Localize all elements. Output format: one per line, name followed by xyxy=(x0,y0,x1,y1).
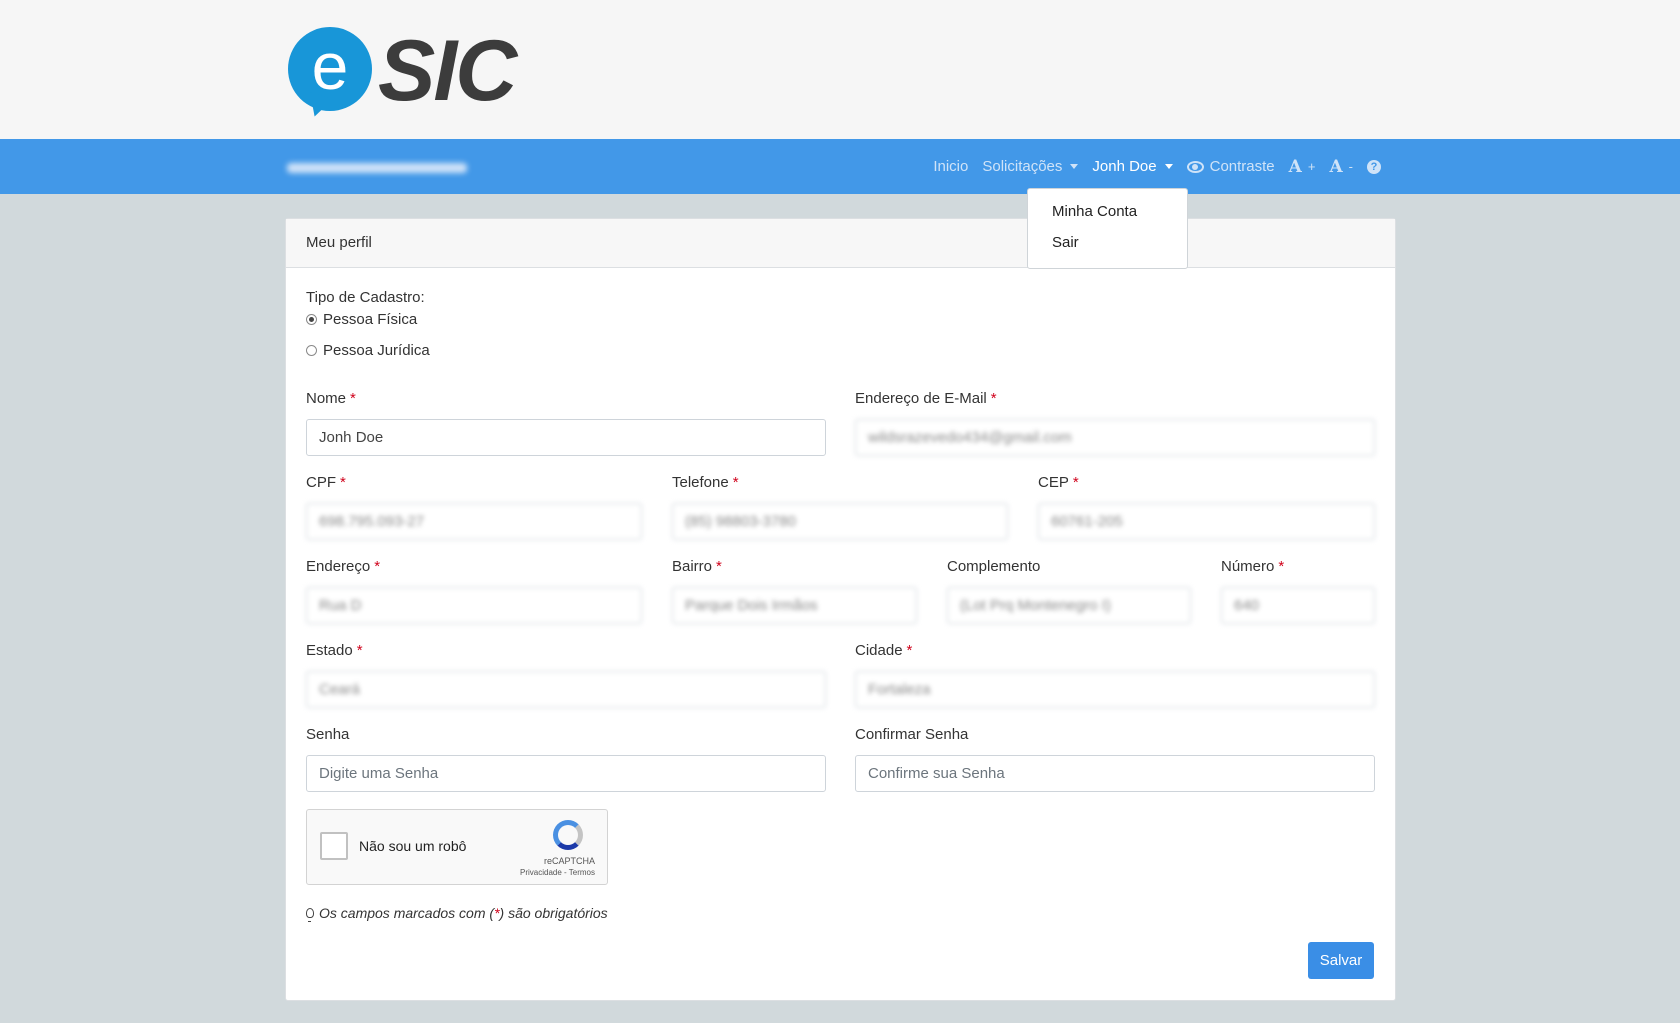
cpf-input[interactable] xyxy=(306,503,642,540)
nav-inicio[interactable]: Inicio xyxy=(926,158,975,175)
font-increase-letter: A xyxy=(1288,156,1302,177)
complemento-label-text: Complemento xyxy=(947,558,1041,575)
eye-icon xyxy=(1186,160,1204,173)
note-text: Os campos marcados com (*) são obrigatór… xyxy=(319,905,608,921)
main-navbar: Inicio Solicitações Jonh Doe Contraste A… xyxy=(0,139,1680,194)
senha-label: Senha xyxy=(306,726,350,743)
bairro-label-text: Bairro xyxy=(672,558,713,575)
menu-item-sair[interactable]: Sair xyxy=(1052,234,1079,251)
required-mark: * xyxy=(350,390,356,407)
cep-label-text: CEP xyxy=(1038,474,1069,491)
email-input[interactable] xyxy=(855,419,1375,456)
cep-label: CEP * xyxy=(1038,474,1079,491)
site-header: e SIC xyxy=(0,0,1680,139)
cidade-input[interactable] xyxy=(855,671,1375,708)
nav-items: Inicio Solicitações Jonh Doe Contraste A… xyxy=(926,139,1388,194)
nav-user-label: Jonh Doe xyxy=(1092,158,1157,175)
recaptcha-brand: reCAPTCHA xyxy=(543,856,595,866)
endereco-input[interactable] xyxy=(306,587,642,624)
cidade-label: Cidade * xyxy=(855,642,912,659)
required-mark: * xyxy=(374,558,381,575)
email-label: Endereço de E-Mail * xyxy=(855,390,997,407)
required-mark: * xyxy=(716,558,722,575)
cep-input[interactable] xyxy=(1038,503,1375,540)
tipo-cadastro-label: Tipo de Cadastro: xyxy=(306,289,425,306)
nav-contraste-label: Contraste xyxy=(1209,158,1275,175)
note-after: ) são obrigatórios xyxy=(499,905,608,921)
senha-input[interactable] xyxy=(306,755,826,792)
cidade-label-text: Cidade xyxy=(855,642,903,659)
font-increase-suffix: + xyxy=(1307,159,1316,174)
radio-checked-icon[interactable] xyxy=(306,314,317,325)
user-dropdown-menu: Minha Conta Sair xyxy=(1027,188,1188,269)
page-title: Meu perfil xyxy=(306,234,372,251)
cpf-label-text: CPF xyxy=(306,474,336,491)
cpf-label: CPF * xyxy=(306,474,346,491)
chevron-down-icon xyxy=(1070,164,1079,169)
radio-pessoa-fisica[interactable]: Pessoa Física xyxy=(306,311,417,328)
nav-inicio-label: Inicio xyxy=(933,158,969,175)
required-mark: * xyxy=(906,642,913,659)
lightbulb-icon xyxy=(306,908,314,922)
radio-pessoa-juridica-label: Pessoa Jurídica xyxy=(323,342,430,359)
endereco-label-text: Endereço xyxy=(306,558,371,575)
telefone-label: Telefone * xyxy=(672,474,739,491)
recaptcha-icon xyxy=(553,820,583,850)
numero-label-text: Número xyxy=(1221,558,1275,575)
telefone-label-text: Telefone xyxy=(672,474,729,491)
card-header: Meu perfil xyxy=(286,219,1395,268)
nav-solicitacoes[interactable]: Solicitações xyxy=(975,158,1085,175)
font-decrease-letter: A xyxy=(1329,156,1343,177)
recaptcha-links[interactable]: Privacidade - Termos xyxy=(307,868,595,877)
required-fields-note: Os campos marcados com (*) são obrigatór… xyxy=(306,905,608,922)
recaptcha-label: Não sou um robô xyxy=(359,838,467,854)
recaptcha-widget: Não sou um robô reCAPTCHA Privacidade - … xyxy=(306,809,608,885)
nome-input[interactable] xyxy=(306,419,826,456)
menu-item-minha-conta[interactable]: Minha Conta xyxy=(1052,203,1137,220)
estado-input[interactable] xyxy=(306,671,826,708)
endereco-label: Endereço * xyxy=(306,558,380,575)
email-label-text: Endereço de E-Mail xyxy=(855,390,987,407)
font-decrease-button[interactable]: A- xyxy=(1322,157,1360,177)
nav-contraste[interactable]: Contraste xyxy=(1180,158,1282,175)
esic-logo[interactable]: e SIC xyxy=(288,23,518,121)
help-icon: ? xyxy=(1367,159,1381,174)
required-mark: * xyxy=(732,474,739,491)
radio-pessoa-fisica-label: Pessoa Física xyxy=(323,311,418,328)
required-mark: * xyxy=(990,390,997,407)
radio-unchecked-icon[interactable] xyxy=(306,345,317,356)
nav-user-menu[interactable]: Jonh Doe xyxy=(1085,158,1179,175)
required-mark: * xyxy=(340,474,346,491)
required-mark: * xyxy=(1072,474,1079,491)
complemento-input[interactable] xyxy=(947,587,1191,624)
chevron-down-icon xyxy=(1164,164,1173,169)
required-mark: * xyxy=(356,642,363,659)
bairro-input[interactable] xyxy=(672,587,917,624)
estado-label-text: Estado xyxy=(306,642,353,659)
bairro-label: Bairro * xyxy=(672,558,722,575)
complemento-label: Complemento xyxy=(947,558,1040,575)
telefone-input[interactable] xyxy=(672,503,1008,540)
confirmar-senha-input[interactable] xyxy=(855,755,1375,792)
nav-solicitacoes-label: Solicitações xyxy=(982,158,1063,175)
note-before: Os campos marcados com ( xyxy=(319,905,495,921)
confirmar-senha-label: Confirmar Senha xyxy=(855,726,969,743)
logo-text: SIC xyxy=(378,23,517,119)
numero-label: Número * xyxy=(1221,558,1284,575)
radio-pessoa-juridica[interactable]: Pessoa Jurídica xyxy=(306,342,430,359)
nome-label: Nome * xyxy=(306,390,356,407)
nome-label-text: Nome xyxy=(306,390,347,407)
profile-card: Meu perfil Tipo de Cadastro: Pessoa Físi… xyxy=(285,218,1396,1001)
nav-brand-blurred[interactable] xyxy=(287,163,467,173)
numero-input[interactable] xyxy=(1221,587,1375,624)
font-increase-button[interactable]: A + xyxy=(1282,157,1323,177)
font-decrease-suffix: - xyxy=(1348,159,1353,174)
estado-label: Estado * xyxy=(306,642,363,659)
save-button[interactable]: Salvar xyxy=(1308,942,1374,979)
help-button[interactable]: ? xyxy=(1360,159,1388,174)
required-mark: * xyxy=(1278,558,1285,575)
